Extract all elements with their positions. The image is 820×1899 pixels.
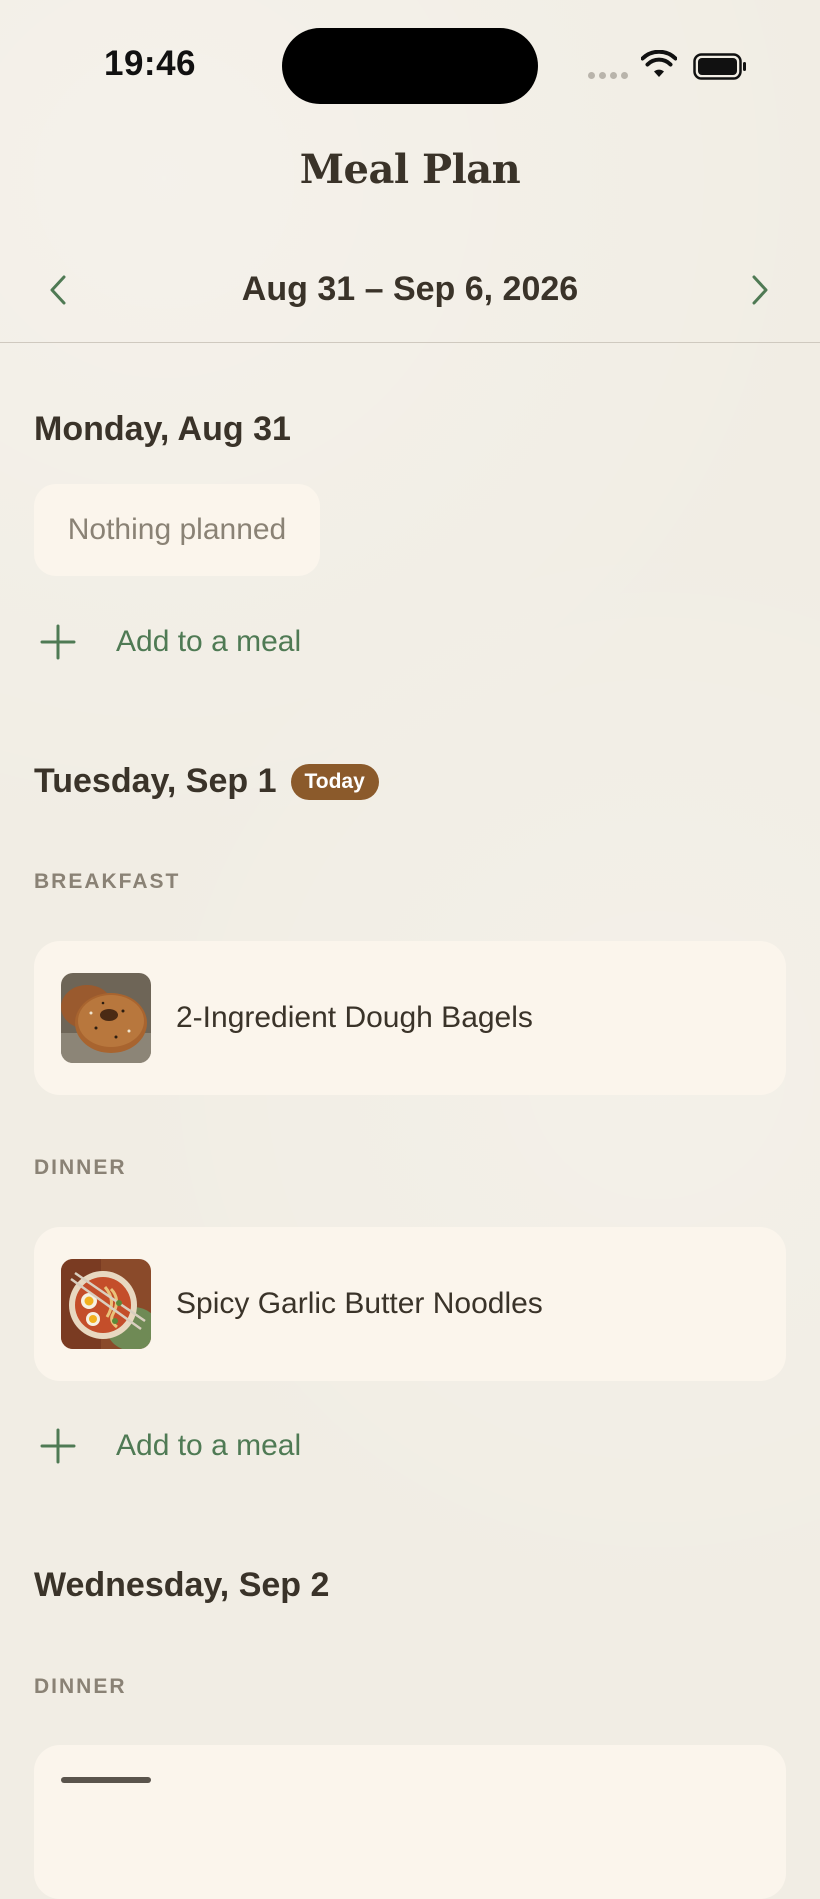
- cellular-dots-icon: [588, 72, 628, 79]
- day-title: Monday, Aug 31: [34, 410, 291, 448]
- chevron-right-icon: [752, 275, 768, 305]
- today-badge: Today: [290, 763, 379, 800]
- recipe-title: Spicy Garlic Butter Noodles: [176, 1287, 543, 1320]
- recipe-card[interactable]: [34, 1745, 786, 1899]
- page-title: Meal Plan: [299, 146, 521, 193]
- day-heading-tuesday: Tuesday, Sep 1 Today: [34, 762, 379, 801]
- recipe-card[interactable]: Spicy Garlic Butter Noodles: [34, 1227, 786, 1381]
- week-range-label: Aug 31 – Sep 6, 2026: [241, 270, 579, 308]
- day-title: Tuesday, Sep 1: [34, 762, 277, 800]
- add-to-meal-label: Add to a meal: [116, 625, 302, 658]
- day-heading-wednesday: Wednesday, Sep 2: [34, 1566, 329, 1605]
- plus-icon: [40, 1428, 76, 1464]
- dynamic-island: [282, 28, 538, 104]
- week-navigator: Aug 31 – Sep 6, 2026: [0, 260, 820, 320]
- recipe-thumbnail-noodles: [61, 1259, 151, 1349]
- add-to-meal-label: Add to a meal: [116, 1429, 302, 1462]
- meal-label-dinner: DINNER: [34, 1156, 127, 1179]
- recipe-title: 2-Ingredient Dough Bagels: [176, 1001, 533, 1034]
- meal-label-breakfast: BREAKFAST: [34, 870, 181, 893]
- recipe-card[interactable]: 2-Ingredient Dough Bagels: [34, 941, 786, 1095]
- add-to-meal-button-tuesday[interactable]: Add to a meal: [38, 1421, 301, 1471]
- meal-plan-screen: 19:46 Meal Plan Aug 31 – Sep 6, 2026 Mon…: [0, 0, 820, 1899]
- recipe-thumbnail: [61, 1777, 151, 1783]
- recipe-thumbnail-bagel: [61, 973, 151, 1063]
- add-to-meal-button-monday[interactable]: Add to a meal: [38, 617, 301, 667]
- plus-icon: [40, 624, 76, 660]
- wifi-icon: [641, 50, 677, 77]
- status-time: 19:46: [104, 44, 197, 83]
- day-heading-monday: Monday, Aug 31: [34, 410, 291, 449]
- empty-day-card: Nothing planned: [34, 484, 320, 576]
- header-divider: [0, 342, 820, 343]
- meal-label-dinner: DINNER: [34, 1675, 127, 1698]
- battery-icon: [693, 53, 746, 80]
- next-week-button[interactable]: [738, 268, 782, 312]
- day-title: Wednesday, Sep 2: [34, 1566, 330, 1604]
